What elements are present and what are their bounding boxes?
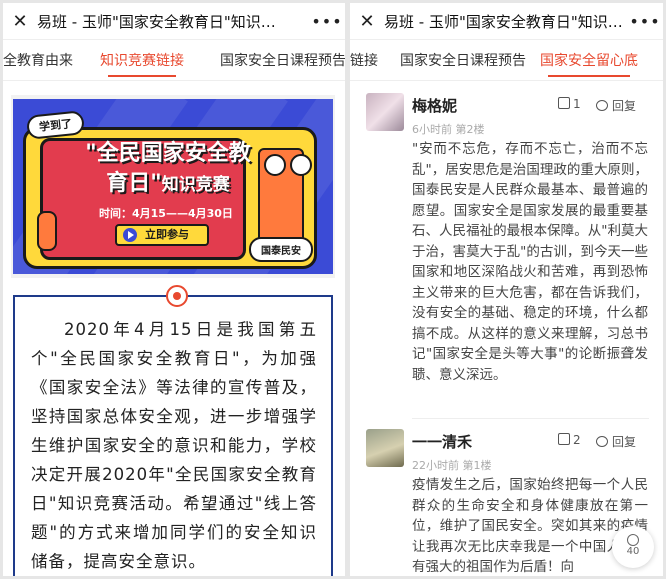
tab-link[interactable]: 链接 <box>350 41 378 80</box>
poster-frame: 学到了 "全民国家安全教 育日"知识竞赛 时间：4月15——4月30日 立即参与… <box>11 95 335 278</box>
tab-quiz-link[interactable]: 知识竞赛链接 <box>100 41 184 80</box>
poster-title: "全民国家安全教 育日"知识竞赛 <box>85 141 251 196</box>
like-button[interactable]: 2 <box>558 433 581 447</box>
quiz-poster-image[interactable]: 学到了 "全民国家安全教 育日"知识竞赛 时间：4月15——4月30日 立即参与… <box>13 99 333 274</box>
left-window: ✕ 易班 - 玉师"国家安全教育日"知识… ••• 全教育由来 知识竞赛链接 国… <box>3 3 345 576</box>
comment-icon <box>627 534 639 546</box>
tab-course-preview[interactable]: 国家安全日课程预告 <box>400 41 526 80</box>
tab-bar: 链接 国家安全日课程预告 国家安全留心底 <box>350 41 663 81</box>
avatar[interactable] <box>366 429 404 467</box>
microphone-icon <box>37 211 57 251</box>
tab-safety-origin[interactable]: 全教育由来 <box>3 41 73 80</box>
right-window: ✕ 易班 - 玉师"国家安全教育日"知识… ••• 链接 国家安全日课程预告 国… <box>350 3 663 576</box>
knob-icon <box>290 154 312 176</box>
rosette-icon <box>166 285 188 307</box>
avatar[interactable] <box>366 93 404 131</box>
join-now-button[interactable]: 立即参与 <box>115 224 209 246</box>
comment-list: 梅格妮 1 回复 6小时前 第2楼 "安而不忘危，存而不忘亡，治而不忘乱"，居安… <box>350 83 663 576</box>
window-title: 易班 - 玉师"国家安全教育日"知识… <box>37 12 276 31</box>
thumbs-up-icon <box>558 433 570 445</box>
article-text: 2020年4月15日是我国第五个"全民国家安全教育日"，为加强《国家安全法》等法… <box>31 320 317 571</box>
comment-icon <box>596 100 608 111</box>
more-icon[interactable]: ••• <box>309 12 345 31</box>
reply-button[interactable]: 回复 <box>596 97 636 114</box>
comment-count-button[interactable]: 40 <box>612 526 654 568</box>
window-title: 易班 - 玉师"国家安全教育日"知识… <box>384 12 623 31</box>
tab-safety-in-heart[interactable]: 国家安全留心底 <box>540 41 638 80</box>
poster-time: 时间：4月15——4月30日 <box>99 207 233 220</box>
tab-bar: 全教育由来 知识竞赛链接 国家安全日课程预告 <box>3 41 345 81</box>
article-box: 2020年4月15日是我国第五个"全民国家安全教育日"，为加强《国家安全法》等法… <box>13 285 333 576</box>
poster-tag: 国泰民安 <box>249 237 313 262</box>
more-icon[interactable]: ••• <box>627 12 663 31</box>
comment-text: 疫情发生之后，国家始终把每一个人民群众的生命安全和身体健康放在第一位，维护了国民… <box>412 477 648 575</box>
title-bar: ✕ 易班 - 玉师"国家安全教育日"知识… ••• <box>350 3 663 40</box>
comment-meta: 22小时前 第1楼 <box>412 459 492 472</box>
close-icon[interactable]: ✕ <box>3 11 37 32</box>
comment-author[interactable]: 一一清禾 <box>412 431 472 452</box>
comment-icon <box>596 436 608 447</box>
play-icon <box>123 228 137 242</box>
like-button[interactable]: 1 <box>558 97 581 111</box>
title-bar: ✕ 易班 - 玉师"国家安全教育日"知识… ••• <box>3 3 345 40</box>
comment-text: "安而不忘危，存而不忘亡，治而不忘乱"，居安思危是治国理政的重大原则，国泰民安是… <box>412 141 648 383</box>
comment-meta: 6小时前 第2楼 <box>412 123 485 136</box>
divider <box>412 418 649 419</box>
thumbs-up-icon <box>558 97 570 109</box>
reply-button[interactable]: 回复 <box>596 433 636 450</box>
tab-course-preview[interactable]: 国家安全日课程预告 <box>220 41 345 80</box>
close-icon[interactable]: ✕ <box>350 11 384 32</box>
comment-author[interactable]: 梅格妮 <box>412 95 457 116</box>
